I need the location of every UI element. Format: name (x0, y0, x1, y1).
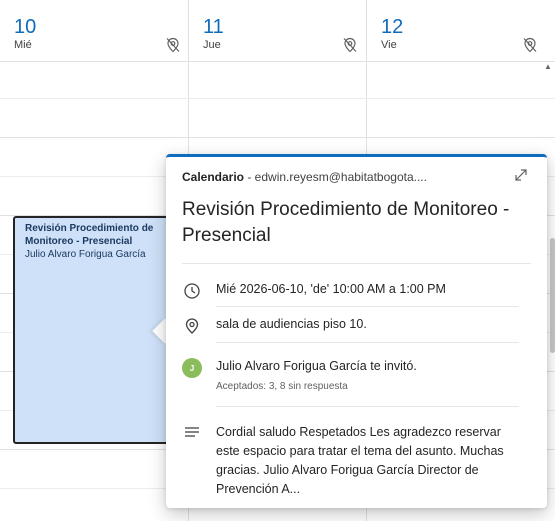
clock-icon (184, 283, 200, 299)
divider (216, 342, 519, 343)
day-name: Jue (203, 39, 221, 51)
event-details-popover: Calendario - edwin.reyesm@habitatbogota.… (166, 154, 547, 508)
calendar-account: - edwin.reyesm@habitatbogota.... (244, 170, 427, 184)
half-hour-line (0, 98, 555, 99)
day-number: 10 (14, 16, 37, 38)
divider (216, 406, 519, 407)
event-organizer: Julio Alvaro Forigua García (25, 249, 146, 260)
calendar-source: Calendario - edwin.reyesm@habitatbogota.… (182, 170, 427, 184)
datetime-row: Mié 2026-06-10, 'de' 10:00 AM a 1:00 PM (182, 281, 446, 301)
scrollbar-thumb[interactable] (550, 238, 555, 353)
hour-line (0, 137, 555, 138)
scroll-up-arrow[interactable]: ▲ (543, 62, 553, 72)
divider (182, 263, 531, 264)
day-header-fri[interactable]: 12 Vie (367, 0, 555, 62)
invite-text: Julio Alvaro Forigua García te invitó. (216, 359, 417, 373)
description-row: Cordial saludo Respetados Les agradezco … (182, 423, 516, 499)
no-location-icon[interactable] (521, 36, 539, 54)
calendar-label: Calendario (182, 170, 245, 184)
location-row: sala de audiencias piso 10. (182, 316, 367, 336)
event-location: sala de audiencias piso 10. (216, 317, 367, 331)
description-icon (185, 427, 199, 437)
location-icon (185, 318, 199, 334)
divider (216, 306, 519, 307)
expand-icon[interactable] (513, 167, 529, 183)
avatar: J (182, 358, 202, 378)
popover-event-title: Revisión Procedimiento de Monitoreo - Pr… (182, 199, 510, 246)
event-title: Revisión Procedimiento de Monitoreo - Pr… (25, 223, 154, 247)
day-name: Vie (381, 39, 397, 51)
day-name: Mié (14, 39, 32, 51)
event-datetime: Mié 2026-06-10, 'de' 10:00 AM a 1:00 PM (216, 282, 446, 296)
event-description: Cordial saludo Respetados Les agradezco … (216, 425, 504, 496)
day-header-thu[interactable]: 11 Jue (189, 0, 367, 62)
day-header-wed[interactable]: 10 Mié (0, 0, 189, 62)
day-number: 11 (203, 16, 224, 38)
organizer-row: J Julio Alvaro Forigua García te invitó.… (182, 358, 417, 392)
no-location-icon[interactable] (341, 36, 359, 54)
no-location-icon[interactable] (164, 36, 182, 54)
response-summary[interactable]: Aceptados: 3, 8 sin respuesta (216, 381, 417, 392)
day-number: 12 (381, 16, 404, 38)
calendar-week-view: 10 Mié 11 Jue 12 Vie ▲ Revisión Procedim… (0, 0, 555, 521)
